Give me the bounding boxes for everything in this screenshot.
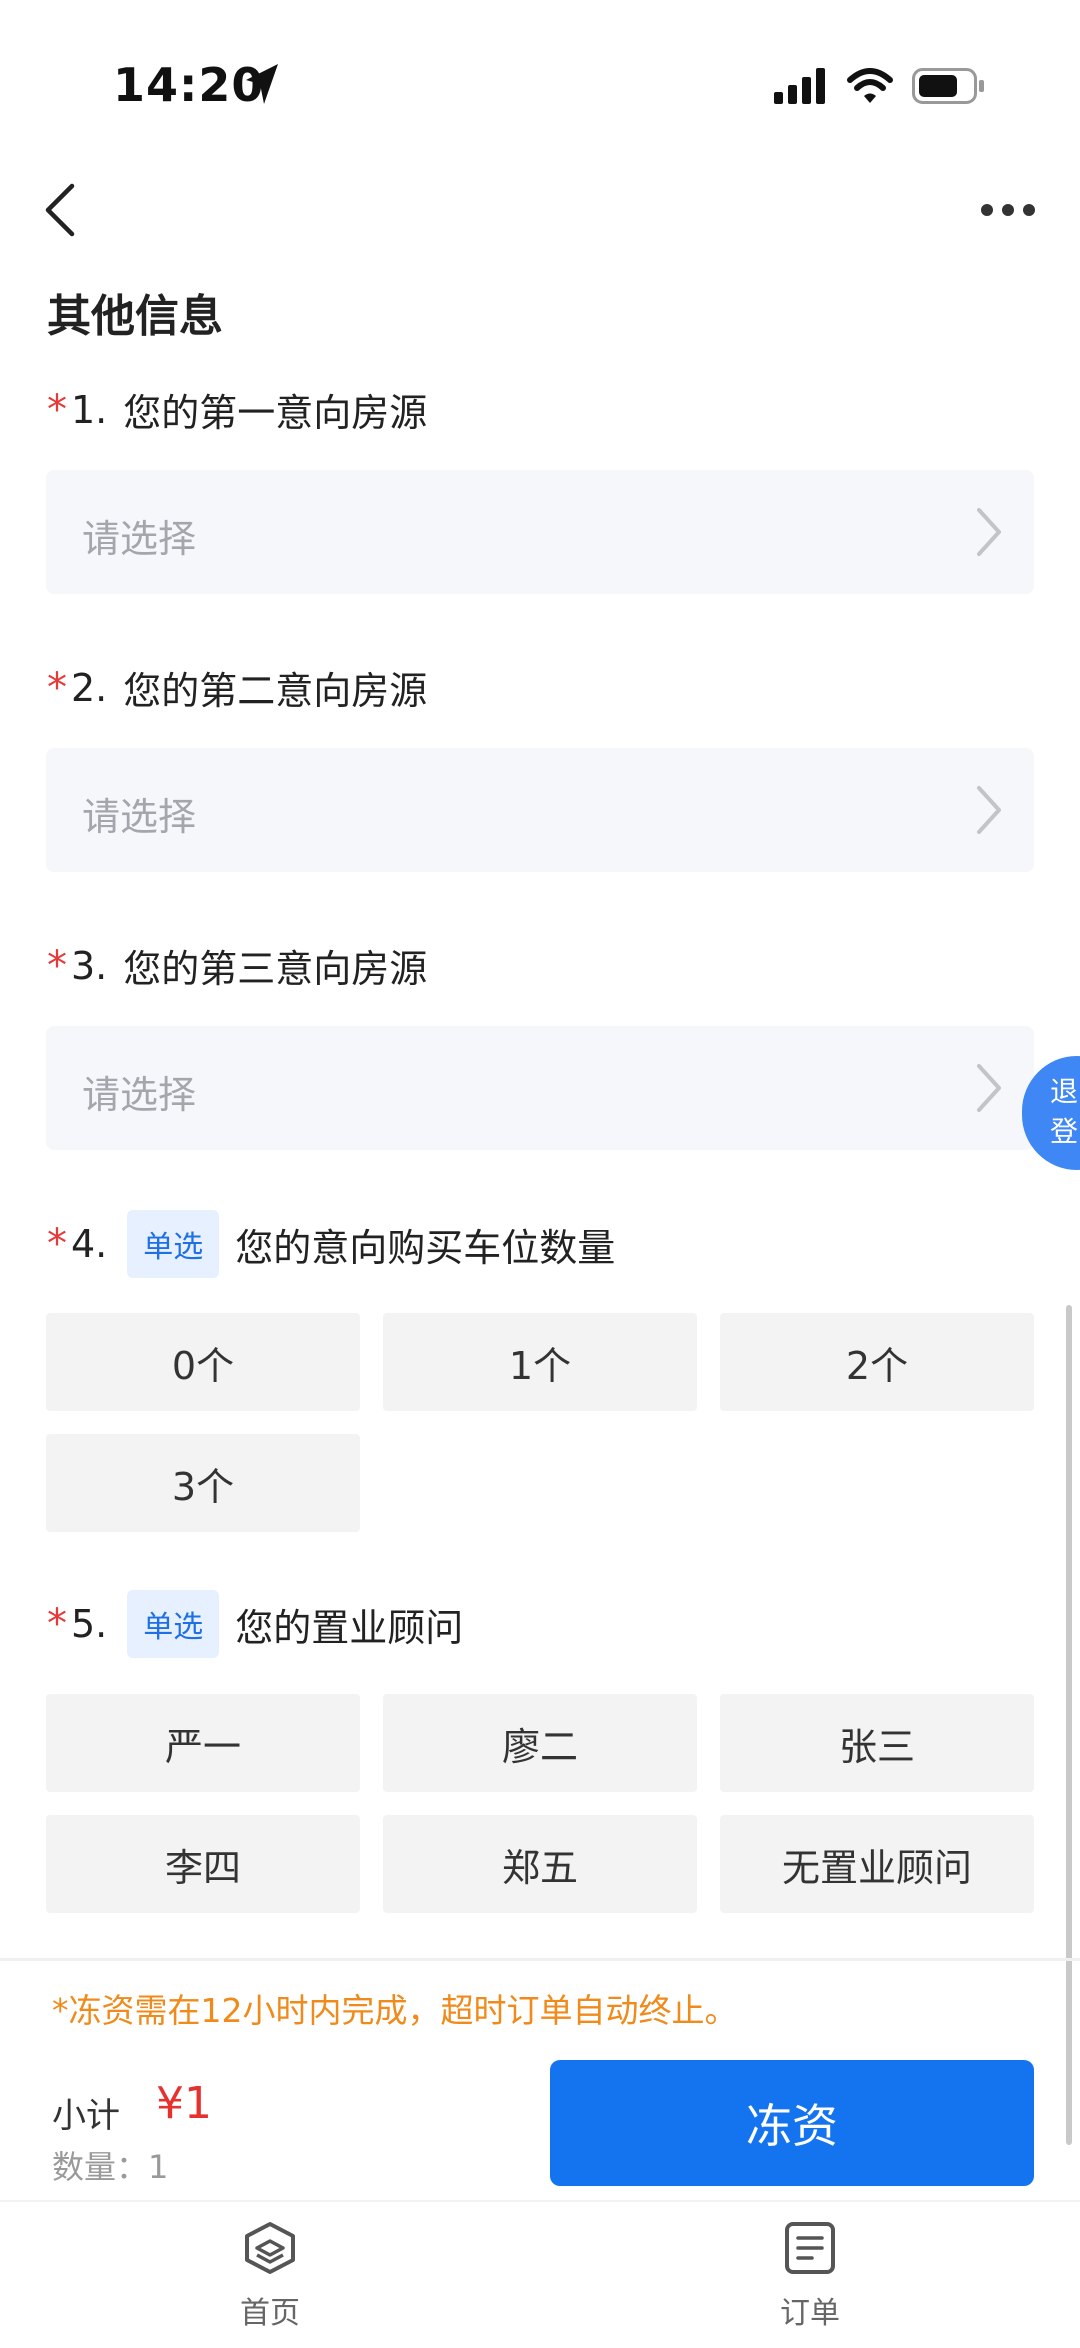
question-number: 5. [71,1602,108,1646]
location-arrow-icon [246,64,278,104]
question-number: 3. [71,943,108,988]
floating-tab-line1: 退 [1050,1075,1079,1108]
scrollbar[interactable] [1066,1305,1072,2145]
required-mark: * [47,664,67,711]
required-mark: * [47,386,67,433]
chevron-right-icon [977,1064,1001,1112]
orders-document-icon [785,2222,835,2274]
option-advisor-4[interactable]: 李四 [46,1815,360,1913]
question-1-title: * 1. 您的第一意向房源 [47,382,427,437]
option-parking-3[interactable]: 3个 [46,1434,360,1532]
subtotal-label: 小计 [52,2096,120,2136]
option-parking-1[interactable]: 1个 [383,1313,697,1411]
question-text: 您的第一意向房源 [123,391,428,435]
signal-icon [774,68,825,104]
option-advisor-2[interactable]: 廖二 [383,1694,697,1792]
required-mark: * [47,942,67,989]
question-4-title: * 4. 单选 您的意向购买车位数量 [47,1210,615,1278]
option-parking-0[interactable]: 0个 [46,1313,360,1411]
freeze-funds-button[interactable]: 冻资 [550,2060,1034,2186]
option-advisor-3[interactable]: 张三 [720,1694,1034,1792]
option-parking-2[interactable]: 2个 [720,1313,1034,1411]
question-2-title: * 2. 您的第二意向房源 [47,660,427,715]
tab-orders-label: 订单 [780,2296,840,2331]
single-choice-tag: 单选 [127,1590,220,1658]
wifi-icon [847,68,893,103]
quantity-text: 数量：1 [52,2148,169,2186]
chevron-right-icon [977,508,1001,556]
battery-icon [912,68,984,104]
tabbar-divider [0,2200,1080,2202]
back-chevron-icon[interactable] [40,180,90,240]
tab-home-label: 首页 [240,2296,300,2331]
required-mark: * [47,1221,67,1267]
status-time: 14:20 [113,58,265,112]
single-choice-tag: 单选 [127,1210,220,1278]
home-cube-icon [245,2222,295,2274]
option-no-advisor[interactable]: 无置业顾问 [720,1815,1034,1913]
more-options-icon[interactable] [980,200,1036,220]
required-mark: * [47,1601,67,1647]
house-select-2[interactable]: 请选择 [46,748,1034,872]
question-3-title: * 3. 您的第三意向房源 [47,938,427,993]
question-text: 您的置业顾问 [235,1605,464,1650]
tab-home[interactable]: 首页 [170,2220,370,2332]
question-number: 4. [71,1222,108,1266]
option-advisor-1[interactable]: 严一 [46,1694,360,1792]
option-advisor-5[interactable]: 郑五 [383,1815,697,1913]
question-5-title: * 5. 单选 您的置业顾问 [47,1590,463,1658]
freeze-notice: *冻资需在12小时内完成，超时订单自动终止。 [52,1991,738,2030]
question-number: 2. [71,665,108,710]
house-select-1[interactable]: 请选择 [46,470,1034,594]
footer-divider [0,1958,1080,1961]
select-placeholder: 请选择 [82,517,197,561]
house-select-3[interactable]: 请选择 [46,1026,1034,1150]
floating-tab-line2: 登 [1050,1115,1079,1148]
section-title: 其他信息 [47,291,223,342]
question-text: 您的意向购买车位数量 [235,1225,616,1270]
subtotal-price: ¥1 [156,2078,212,2129]
chevron-right-icon [977,786,1001,834]
question-text: 您的第二意向房源 [123,669,428,713]
select-placeholder: 请选择 [82,1073,197,1117]
select-placeholder: 请选择 [82,795,197,839]
question-number: 1. [71,387,108,432]
question-text: 您的第三意向房源 [123,947,428,991]
tab-orders[interactable]: 订单 [710,2220,910,2332]
